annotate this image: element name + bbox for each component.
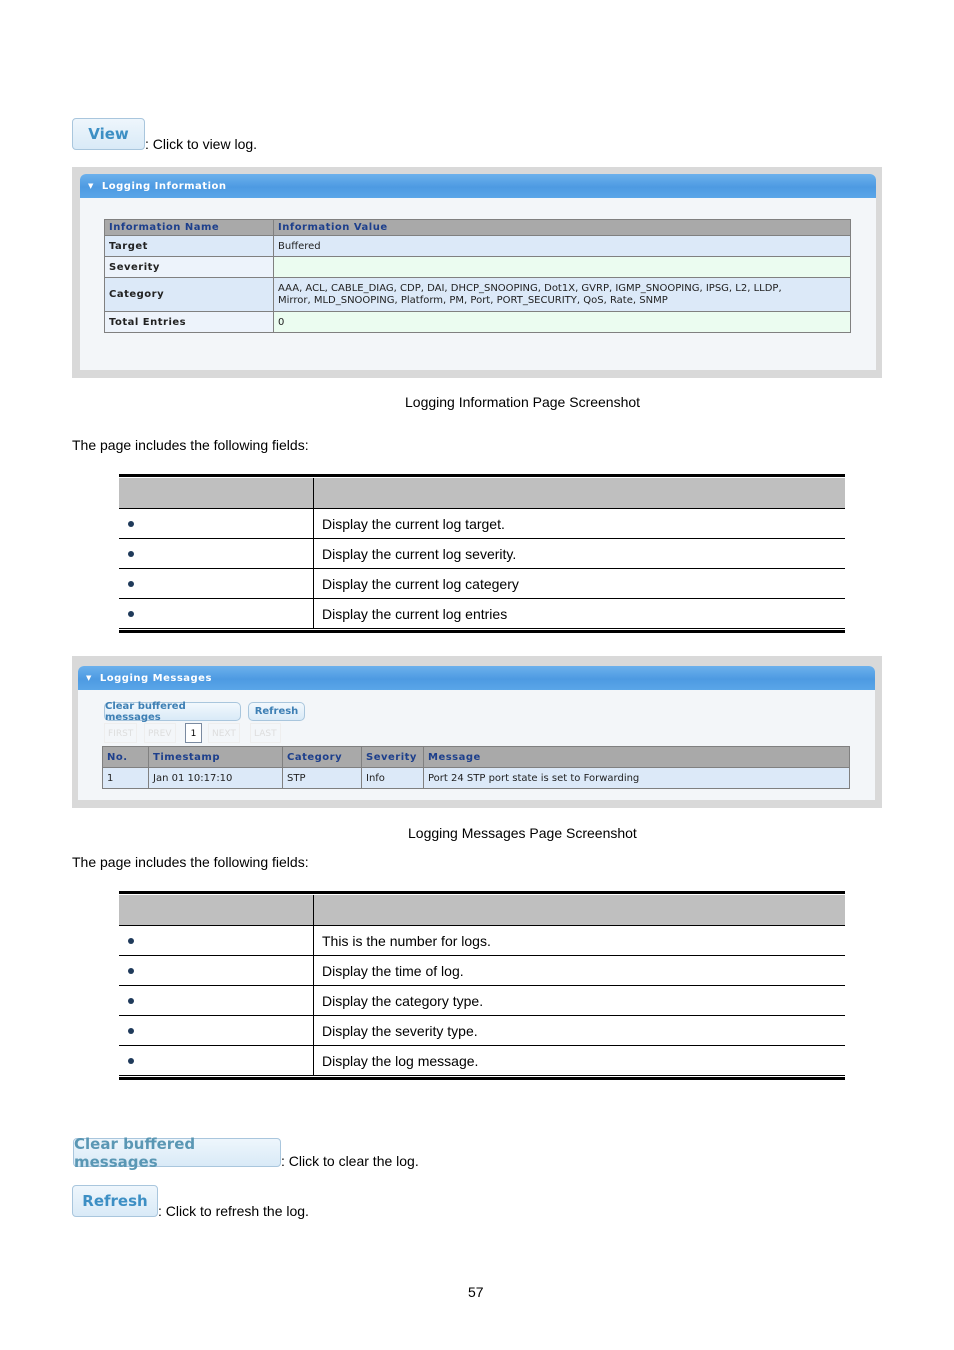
- view-button-label: View: [88, 125, 129, 143]
- table-bottom-rule: [119, 1077, 845, 1080]
- table-row: Display the log message.: [119, 1045, 845, 1075]
- table-row: Severity: [104, 256, 851, 278]
- fields-table-logging-messages: This is the number for logs. Display the…: [119, 891, 845, 1080]
- logging-messages-panel-header[interactable]: ▼ Logging Messages: [78, 666, 875, 690]
- bullet-icon: [128, 610, 134, 617]
- bullet-icon: [128, 1057, 134, 1064]
- field-description: This is the number for logs.: [322, 933, 491, 949]
- bullet-icon: [128, 1027, 134, 1034]
- collapse-triangle-icon: ▼: [88, 182, 94, 190]
- log-no: 1: [102, 767, 149, 789]
- info-value: AAA, ACL, CABLE_DIAG, CDP, DAI, DHCP_SNO…: [273, 277, 851, 312]
- bullet-icon: [128, 520, 134, 527]
- pagination: FIRST PREV 1 NEXT LAST: [104, 723, 304, 745]
- table-row: This is the number for logs.: [119, 925, 845, 955]
- column-header: Information Name: [104, 219, 274, 236]
- pager-last[interactable]: LAST: [250, 723, 281, 743]
- bullet-icon: [128, 997, 134, 1004]
- button-label: Refresh: [82, 1192, 148, 1210]
- field-description: Display the log message.: [322, 1053, 479, 1069]
- bullet-icon: [128, 550, 134, 557]
- pager-prev[interactable]: PREV: [144, 723, 176, 743]
- logging-messages-screenshot: ▼ Logging Messages Clear buffered messag…: [72, 656, 882, 808]
- table-row: Display the category type.: [119, 985, 845, 1015]
- table-bottom-rule: [119, 630, 845, 633]
- view-button[interactable]: View: [72, 118, 145, 150]
- bullet-icon: [128, 937, 134, 944]
- clear-button-desc: : Click to clear the log.: [281, 1153, 419, 1169]
- field-description: Display the current log target.: [322, 516, 505, 532]
- pager-current-page[interactable]: 1: [185, 723, 202, 743]
- column-header: Severity: [361, 746, 424, 768]
- table-header-row: No. Timestamp Category Severity Message: [102, 746, 850, 768]
- field-description: Display the severity type.: [322, 1023, 478, 1039]
- info-name: Category: [104, 277, 274, 312]
- table-row: Display the current log categery: [119, 568, 845, 598]
- logging-messages-panel: ▼ Logging Messages Clear buffered messag…: [78, 666, 875, 800]
- column-header: Information Value: [273, 219, 851, 236]
- button-label: Clear buffered messages: [74, 1134, 196, 1171]
- figure-caption: Logging Messages Page Screenshot: [408, 825, 637, 841]
- table-row: Total Entries 0: [104, 311, 851, 333]
- log-timestamp: Jan 01 10:17:10: [148, 767, 283, 789]
- pager-first[interactable]: FIRST: [104, 723, 138, 743]
- info-value: [273, 256, 851, 278]
- table-row: Target Buffered: [104, 235, 851, 257]
- log-category: STP: [282, 767, 362, 789]
- fields-table-logging-information: Display the current log target. Display …: [119, 474, 845, 633]
- category-line-1: AAA, ACL, CABLE_DIAG, CDP, DAI, DHCP_SNO…: [278, 282, 782, 294]
- bullet-icon: [128, 580, 134, 587]
- bullet-icon: [128, 967, 134, 974]
- refresh-button-desc: : Click to refresh the log.: [158, 1203, 309, 1219]
- field-description: Display the category type.: [322, 993, 484, 1009]
- logging-information-panel: ▼ Logging Information Information Name I…: [80, 174, 876, 370]
- collapse-triangle-icon: ▼: [86, 674, 92, 682]
- intro-text: The page includes the following fields:: [72, 437, 309, 453]
- intro-text: The page includes the following fields:: [72, 854, 309, 870]
- table-header-row: Information Name Information Value: [104, 219, 851, 236]
- button-label: Refresh: [254, 706, 299, 717]
- panel-title: Logging Messages: [99, 672, 212, 684]
- column-header: Timestamp: [148, 746, 283, 768]
- logging-information-panel-header[interactable]: ▼ Logging Information: [80, 174, 876, 198]
- field-description: Display the current log entries: [322, 606, 508, 622]
- column-header: Message: [423, 746, 850, 768]
- view-button-desc: : Click to view log.: [145, 136, 258, 152]
- logging-information-table: Information Name Information Value Targe…: [104, 219, 851, 333]
- refresh-button[interactable]: Refresh: [248, 702, 305, 721]
- table-header-row: [119, 894, 845, 925]
- table-row: Display the current log target.: [119, 508, 845, 538]
- log-severity: Info: [361, 767, 424, 789]
- table-row: Display the time of log.: [119, 955, 845, 985]
- clear-buffered-messages-button[interactable]: Clear buffered messages: [104, 700, 241, 723]
- refresh-button[interactable]: Refresh: [72, 1185, 158, 1217]
- field-description: Display the current log severity.: [322, 546, 517, 562]
- table-row: Category AAA, ACL, CABLE_DIAG, CDP, DAI,…: [104, 277, 851, 312]
- page-number: 57: [468, 1284, 484, 1300]
- figure-caption: Logging Information Page Screenshot: [405, 394, 641, 410]
- column-header: Category: [282, 746, 362, 768]
- logging-information-screenshot: ▼ Logging Information Information Name I…: [72, 167, 882, 378]
- button-label: Clear buffered messages: [105, 700, 186, 723]
- info-name: Target: [104, 235, 274, 257]
- table-row: Display the current log entries: [119, 598, 845, 628]
- column-header: No.: [102, 746, 149, 768]
- pager-next[interactable]: NEXT: [208, 723, 240, 743]
- category-line-2: Mirror, MLD_SNOOPING, Platform, PM, Port…: [278, 294, 668, 306]
- info-value: Buffered: [273, 235, 851, 257]
- panel-title: Logging Information: [101, 180, 227, 192]
- field-description: Display the current log categery: [322, 576, 519, 592]
- field-description: Display the time of log.: [322, 963, 464, 979]
- logging-messages-table: No. Timestamp Category Severity Message …: [102, 746, 850, 789]
- log-message: Port 24 STP port state is set to Forward…: [423, 767, 850, 789]
- table-header-row: [119, 477, 845, 508]
- info-name: Severity: [104, 256, 274, 278]
- table-row: 1 Jan 01 10:17:10 STP Info Port 24 STP p…: [102, 767, 850, 789]
- clear-buffered-messages-button[interactable]: Clear buffered messages: [73, 1135, 281, 1171]
- table-row: Display the current log severity.: [119, 538, 845, 568]
- table-row: Display the severity type.: [119, 1015, 845, 1045]
- info-name: Total Entries: [104, 311, 274, 333]
- info-value: 0: [273, 311, 851, 333]
